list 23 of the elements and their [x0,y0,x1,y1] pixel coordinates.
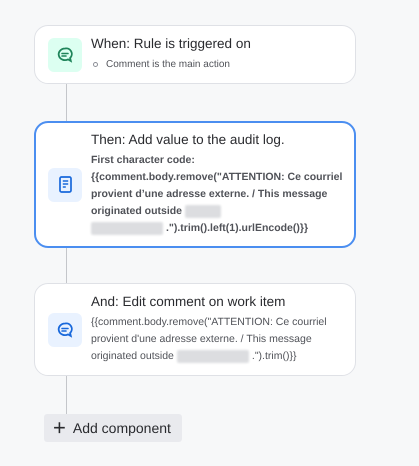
chat-bubble-icon [57,46,73,62]
bullet-icon [93,62,98,67]
redaction-bar [185,205,222,218]
expression-text: First character code: [91,153,195,168]
step-title: When: Rule is triggered on [91,36,251,51]
action-card[interactable]: Then: Add value to the audit log. First character code: {{comment.body.remove("ATTENTION: Ce courriel provient d’une adresse externe. / This message originated outside .").trim().left(1).urlEncode()}} [34,121,356,248]
document-icon [58,176,72,193]
expression-text: .").trim().left(1).urlEncode()}} [166,221,308,236]
expression-text: {{comment.body.remove("ATTENTION: Ce courriel [91,315,327,330]
add-component-button[interactable]: + Add component [44,414,182,442]
expression-text: .").trim()}} [252,349,296,364]
expression-text: {{comment.body.remove("ATTENTION: Ce courriel [91,170,342,185]
trigger-card[interactable]: When: Rule is triggered on Comment is the main action [34,25,356,84]
expression-text: provient d’une adresse externe. / This message [91,187,328,202]
condition-text: Comment is the main action [106,59,230,70]
action-card[interactable]: And: Edit comment on work item {{comment.body.remove("ATTENTION: Ce courriel provient d'une adresse externe. / This message originated outside .").trim()}} [34,283,356,376]
expression-text: originated outside [91,349,174,364]
expression-text: provient d'une adresse externe. / This message [91,332,312,347]
expression-text: originated outside [91,204,182,219]
chat-bubble-icon [57,322,73,338]
redaction-bar [91,222,163,235]
step-title: And: Edit comment on work item [91,294,286,309]
step-title: Then: Add value to the audit log. [91,132,286,147]
